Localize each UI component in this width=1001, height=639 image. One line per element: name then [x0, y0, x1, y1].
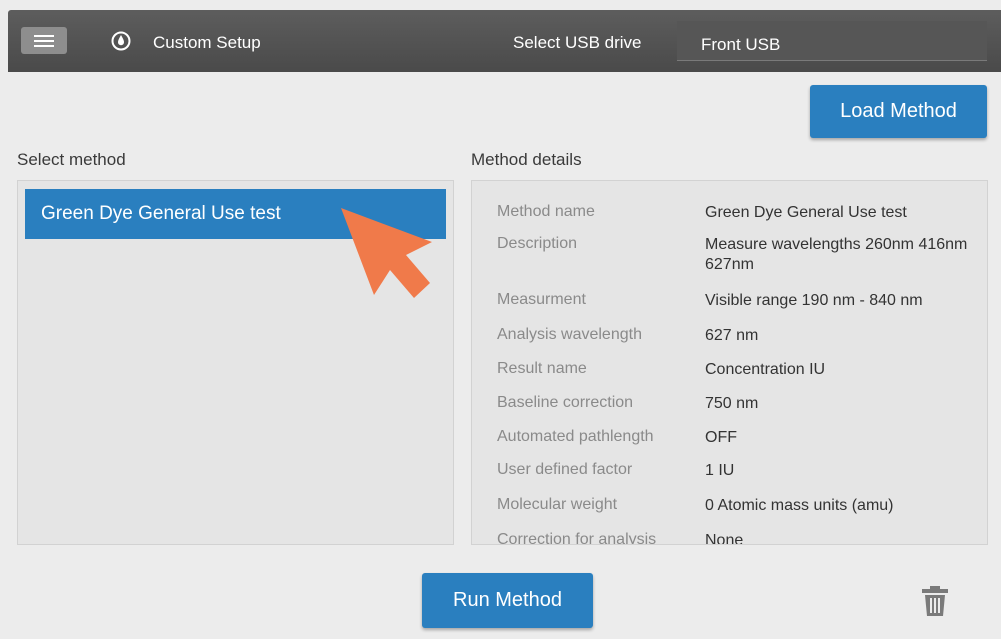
detail-key: Molecular weight: [497, 496, 618, 513]
detail-value: Visible range 190 nm - 840 nm: [705, 292, 923, 309]
detail-key: Description: [497, 235, 578, 252]
load-method-button[interactable]: Load Method: [810, 85, 987, 138]
top-bar: Custom Setup Select USB drive Front USB: [8, 10, 1001, 72]
detail-key: Result name: [497, 360, 587, 377]
detail-key: User defined factor: [497, 461, 633, 478]
trash-icon[interactable]: [921, 585, 949, 617]
usb-drive-select[interactable]: Front USB: [677, 21, 987, 61]
detail-key: Correction for analysis: [497, 531, 657, 545]
hamburger-menu-icon[interactable]: [21, 27, 67, 54]
detail-key: Method name: [497, 203, 595, 220]
detail-key: Automated pathlength: [497, 428, 654, 445]
detail-value: 1 IU: [705, 462, 735, 479]
run-method-button[interactable]: Run Method: [422, 573, 593, 628]
pointer-arrow-icon: [341, 208, 432, 298]
detail-value: 0 Atomic mass units (amu): [705, 497, 894, 514]
detail-value: 750 nm: [705, 395, 759, 412]
usb-drive-label: Select USB drive: [513, 33, 642, 52]
detail-key: Measurment: [497, 291, 586, 308]
method-details-label: Method details: [471, 150, 582, 169]
method-details-panel[interactable]: Method name Green Dye General Use test D…: [471, 180, 988, 545]
app-window: Custom Setup Select USB drive Front USB …: [0, 0, 1001, 639]
select-method-label: Select method: [17, 150, 126, 169]
detail-value: OFF: [705, 429, 737, 446]
page-title: Custom Setup: [153, 33, 261, 52]
detail-value: 627 nm: [705, 327, 759, 344]
detail-value: Green Dye General Use test: [705, 204, 907, 221]
detail-key: Baseline correction: [497, 394, 634, 411]
detail-value: Measure wavelengths 260nm 416nm 627nm: [705, 236, 968, 273]
drop-icon: [111, 31, 131, 51]
detail-value: None: [705, 532, 744, 545]
detail-key: Analysis wavelength: [497, 326, 642, 343]
detail-value: Concentration IU: [705, 361, 826, 378]
